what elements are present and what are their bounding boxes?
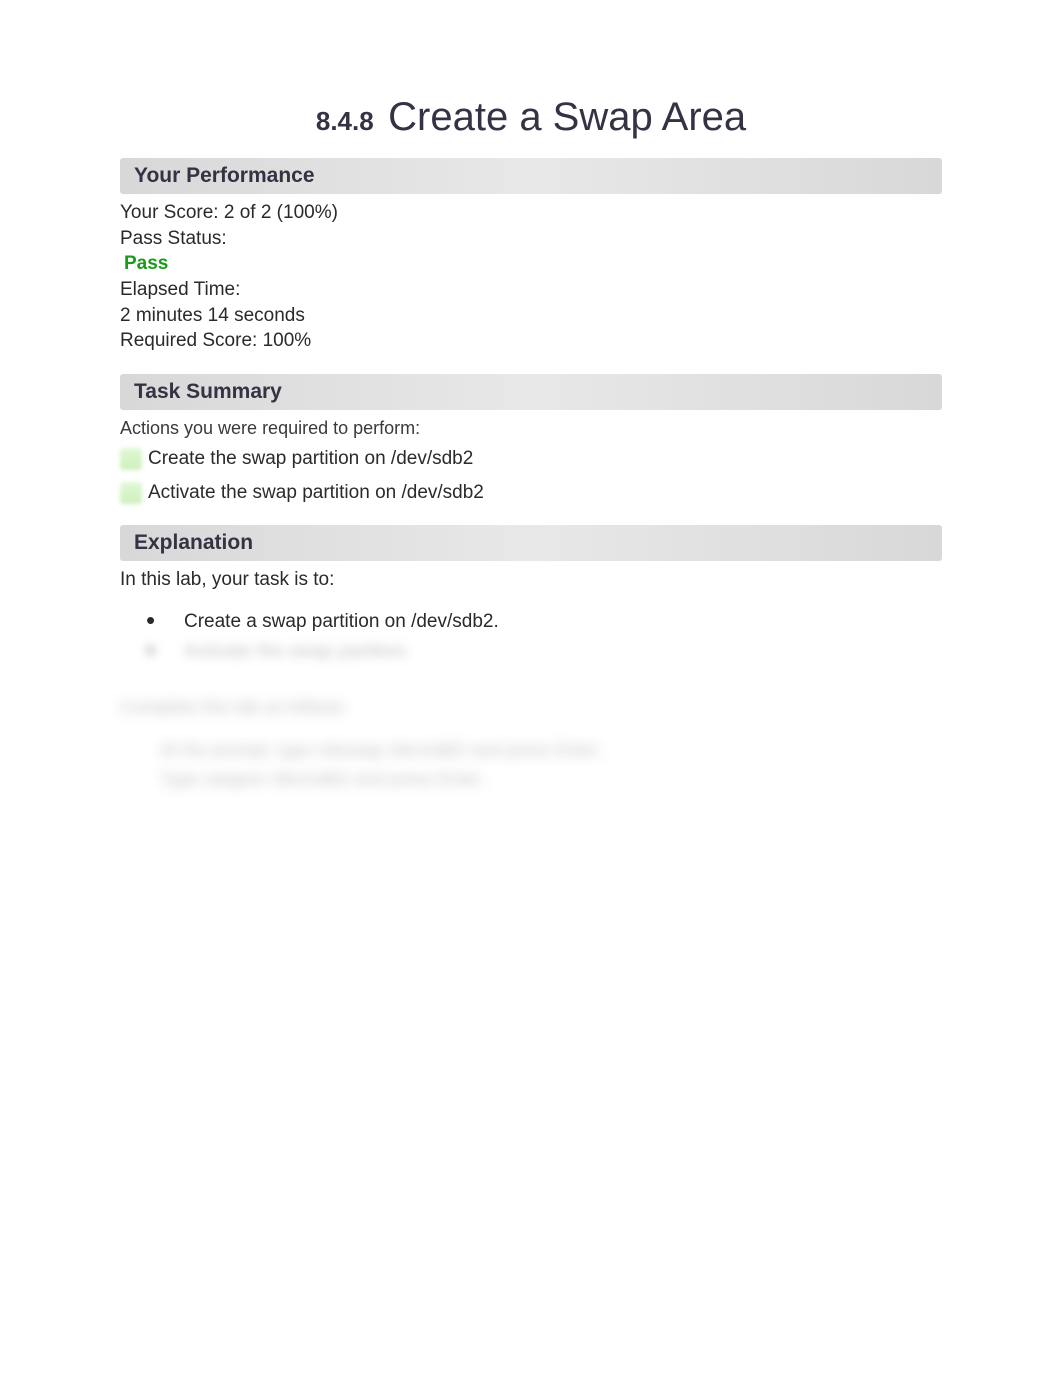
explanation-item: Create a swap partition on /dev/sdb2. [144,611,942,633]
task-item-label: Create the swap partition on /dev/sdb2 [148,446,473,472]
blurred-steps: At the prompt, type mkswap /dev/sdb2 and… [120,736,942,794]
blurred-step: Type swapon /dev/sdb2 and press Enter . [160,765,942,794]
pass-status-value: Pass [120,251,942,277]
task-intro: Actions you were required to perform: [120,416,942,440]
performance-header: Your Performance [120,158,942,194]
blurred-content: Complete this lab as follows: At the pro… [120,693,942,793]
task-summary-header: Task Summary [120,374,942,410]
document-container: 8.4.8 Create a Swap Area Your Performanc… [0,0,1062,794]
blurred-paragraph: Complete this lab as follows: [120,693,942,722]
task-item-label: Activate the swap partition on /dev/sdb2 [148,480,484,506]
check-icon [120,448,142,470]
main-title: Create a Swap Area [388,95,746,139]
section-number: 8.4.8 [316,106,374,136]
title-row: 8.4.8 Create a Swap Area [120,95,942,140]
explanation-intro: In this lab, your task is to: [120,569,942,591]
task-item: Create the swap partition on /dev/sdb2 [120,446,942,472]
performance-block: Your Score: 2 of 2 (100%) Pass Status: P… [120,200,942,354]
task-item: Activate the swap partition on /dev/sdb2 [120,480,942,506]
blurred-step: At the prompt, type mkswap /dev/sdb2 and… [160,736,942,765]
explanation-list: Create a swap partition on /dev/sdb2. Ac… [120,611,942,663]
check-icon [120,482,142,504]
explanation-header: Explanation [120,525,942,561]
pass-status-label: Pass Status: [120,226,942,252]
score-line: Your Score: 2 of 2 (100%) [120,200,942,226]
elapsed-label: Elapsed Time: [120,277,942,303]
explanation-item-blurred: Activate the swap partition. [144,641,942,663]
elapsed-value: 2 minutes 14 seconds [120,303,942,329]
required-score: Required Score: 100% [120,328,942,354]
task-summary-block: Actions you were required to perform: Cr… [120,416,942,506]
